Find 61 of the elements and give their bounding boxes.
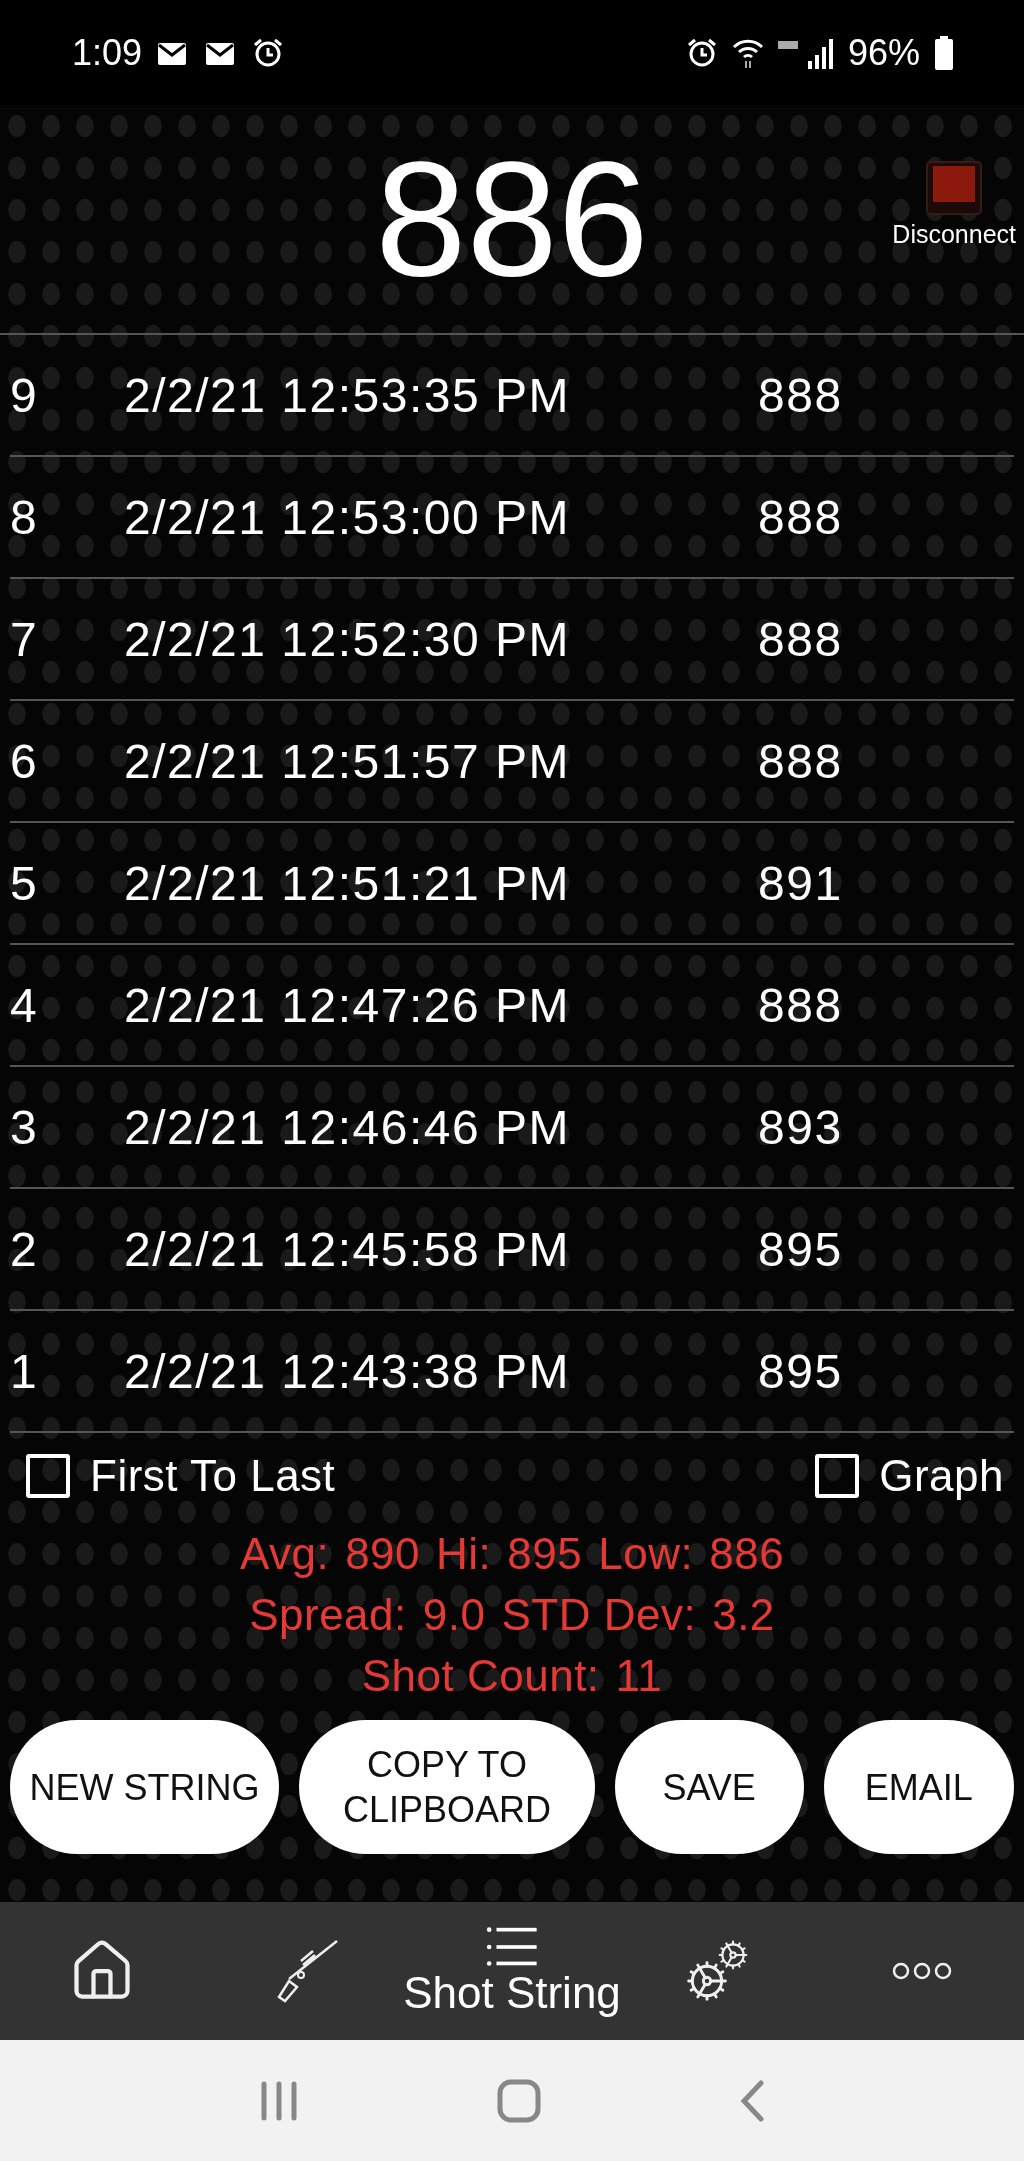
- more-icon: [890, 1961, 953, 1981]
- list-icon: [484, 1925, 540, 1968]
- shot-velocity: 891: [758, 855, 843, 911]
- stat-value: 890: [345, 1528, 421, 1579]
- shot-time: 2/2/21 12:51:21 PM: [124, 855, 571, 911]
- shot-time: 2/2/21 12:47:26 PM: [124, 977, 571, 1033]
- stat-value: 9.0: [422, 1589, 486, 1640]
- stat-value: 11: [615, 1650, 663, 1701]
- shot-velocity: 895: [758, 1221, 843, 1277]
- shot-velocity: 888: [758, 733, 843, 789]
- shot-time: 2/2/21 12:53:00 PM: [124, 489, 571, 545]
- stat-value: 3.2: [712, 1589, 775, 1640]
- shot-number: 5: [10, 855, 40, 911]
- shot-number: 3: [10, 1099, 40, 1155]
- shot-number: 6: [10, 733, 40, 789]
- stat-label: Low:: [598, 1528, 694, 1579]
- shot-number: 2: [10, 1221, 40, 1277]
- status-time: 1:09: [72, 31, 143, 74]
- shot-time: 2/2/21 12:46:46 PM: [124, 1099, 571, 1155]
- shot-time: 2/2/21 12:51:57 PM: [124, 733, 571, 789]
- shot-number: 9: [10, 367, 40, 423]
- shot-time: 2/2/21 12:52:30 PM: [124, 611, 571, 667]
- option-checkbox[interactable]: First To Last: [26, 1451, 336, 1501]
- stat-label: STD Dev:: [501, 1589, 697, 1640]
- stat-label: Avg:: [239, 1528, 330, 1579]
- option-checkbox[interactable]: Graph: [815, 1451, 1004, 1501]
- battery-icon: [934, 35, 954, 70]
- back-button[interactable]: [739, 2078, 765, 2123]
- device-icon: [925, 160, 984, 216]
- shot-time: 2/2/21 12:53:35 PM: [124, 367, 571, 423]
- shot-velocity: 888: [758, 489, 843, 545]
- action-button[interactable]: EMAIL: [823, 1720, 1014, 1854]
- signal-icon: [777, 36, 834, 69]
- shot-velocity: 888: [758, 367, 843, 423]
- stat-value: 886: [709, 1528, 785, 1579]
- rifle-icon: [275, 1939, 340, 2003]
- gears-icon: [684, 1939, 749, 2003]
- alarm-icon: [685, 36, 718, 69]
- shot-number: 1: [10, 1343, 40, 1399]
- stat-label: Spread:: [249, 1589, 407, 1640]
- alarm-icon: [252, 36, 285, 69]
- action-button[interactable]: COPY TO CLIPBOARD: [299, 1720, 595, 1854]
- stat-value: 895: [507, 1528, 583, 1579]
- shot-number: 8: [10, 489, 40, 545]
- shot-velocity: 888: [758, 977, 843, 1033]
- velocity-reading: 886: [375, 137, 649, 301]
- home-button[interactable]: [497, 2078, 541, 2123]
- action-button[interactable]: SAVE: [614, 1720, 804, 1854]
- shot-number: 4: [10, 977, 40, 1033]
- battery-percent: 96%: [847, 31, 920, 74]
- shot-velocity: 888: [758, 611, 843, 667]
- stat-label: Hi:: [436, 1528, 492, 1579]
- shot-velocity: 895: [758, 1343, 843, 1399]
- action-button[interactable]: NEW STRING: [10, 1720, 280, 1854]
- disconnect-button[interactable]: Disconnect: [892, 160, 1016, 249]
- shot-number: 7: [10, 611, 40, 667]
- shot-time: 2/2/21 12:43:38 PM: [124, 1343, 571, 1399]
- stat-label: Shot Count:: [361, 1650, 600, 1701]
- recent-apps-button[interactable]: [259, 2079, 299, 2122]
- shot-time: 2/2/21 12:45:58 PM: [124, 1221, 571, 1277]
- shot-velocity: 893: [758, 1099, 843, 1155]
